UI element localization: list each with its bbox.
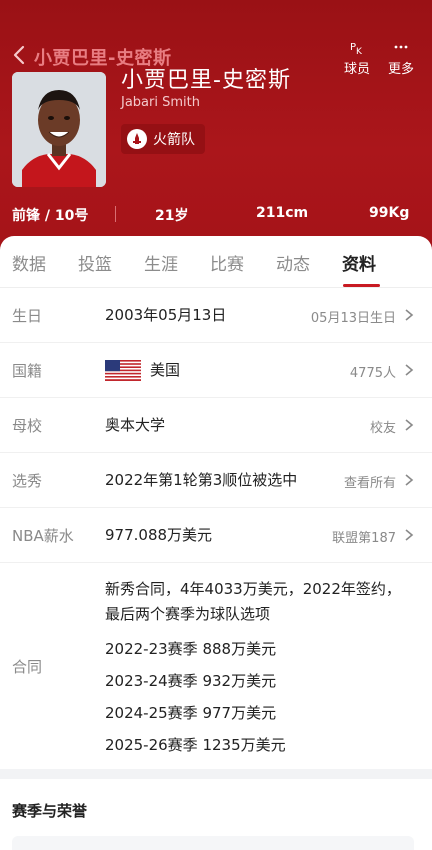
content-sheet: 数据 投篮 生涯 比赛 动态 资料 生日 2003年05月13日 05月13日生… — [0, 236, 432, 850]
tab-news[interactable]: 动态 — [276, 250, 310, 275]
pk-icon: P K — [337, 38, 377, 57]
row-salary-key: NBA薪水 — [12, 527, 74, 545]
chevron-right-icon — [405, 364, 414, 376]
team-logo-icon — [127, 129, 147, 149]
player-name-cn: 小贾巴里-史密斯 — [121, 68, 291, 93]
row-school-value: 奥本大学 — [105, 416, 166, 434]
contract-summary: 新秀合同，4年4033万美元，2022年签约，最后两个赛季为球队选项 — [105, 580, 401, 623]
player-avatar — [12, 72, 106, 187]
contract-details: 新秀合同，4年4033万美元，2022年签约，最后两个赛季为球队选项 2022-… — [105, 577, 415, 755]
honors-card — [12, 836, 414, 850]
row-birthday-right: 05月13日生日 — [310, 311, 396, 326]
player-name-en: Jabari Smith — [121, 95, 200, 110]
row-school[interactable]: 母校 奥本大学 校友 — [0, 398, 432, 453]
stat-divider — [115, 206, 116, 222]
row-contract: 合同 新秀合同，4年4033万美元，2022年签约，最后两个赛季为球队选项 20… — [0, 563, 432, 769]
row-birthday[interactable]: 生日 2003年05月13日 05月13日生日 — [0, 288, 432, 343]
row-birthday-key: 生日 — [12, 307, 43, 325]
contract-season: 2024-25赛季 977万美元 — [105, 704, 277, 722]
row-nationality[interactable]: 国籍 美国 4775人 — [0, 343, 432, 398]
tab-bar: 数据 投篮 生涯 比赛 动态 资料 — [0, 236, 432, 288]
row-nationality-right: 4775人 — [349, 366, 396, 381]
contract-season: 2022-23赛季 888万美元 — [105, 640, 277, 658]
row-school-right: 校友 — [369, 421, 396, 436]
back-arrow-icon — [13, 45, 25, 65]
tab-career[interactable]: 生涯 — [144, 250, 178, 275]
pk-player-button[interactable]: P K 球员 — [337, 38, 377, 77]
row-draft-key: 选秀 — [12, 472, 43, 490]
pk-player-label: 球员 — [343, 62, 370, 77]
contract-season: 2025-26赛季 1235万美元 — [105, 736, 286, 754]
row-contract-key: 合同 — [12, 658, 43, 676]
contract-season: 2023-24赛季 932万美元 — [105, 672, 277, 690]
row-draft-value: 2022年第1轮第3顺位被选中 — [105, 471, 298, 489]
row-salary-value: 977.088万美元 — [105, 526, 213, 544]
stat-height: 211cm — [256, 205, 309, 221]
row-salary-right: 联盟第187 — [332, 531, 396, 546]
honors-section-title: 赛季与荣誉 — [12, 802, 88, 820]
active-tab-indicator — [343, 284, 380, 287]
more-button[interactable]: 更多 — [381, 38, 421, 77]
svg-text:K: K — [356, 47, 363, 56]
stat-age: 21岁 — [155, 208, 189, 224]
stat-position: 前锋 / 10号 — [12, 208, 89, 224]
row-birthday-value: 2003年05月13日 — [105, 306, 227, 324]
team-chip[interactable]: 火箭队 — [121, 124, 205, 154]
tab-games[interactable]: 比赛 — [210, 250, 244, 275]
more-label: 更多 — [387, 62, 414, 77]
row-salary[interactable]: NBA薪水 977.088万美元 联盟第187 — [0, 508, 432, 563]
chevron-right-icon — [405, 474, 414, 486]
section-divider — [0, 769, 432, 779]
tab-profile[interactable]: 资料 — [342, 250, 376, 275]
us-flag-icon — [105, 360, 141, 381]
row-draft-right: 查看所有 — [343, 476, 396, 491]
row-draft[interactable]: 选秀 2022年第1轮第3顺位被选中 查看所有 — [0, 453, 432, 508]
chevron-right-icon — [405, 419, 414, 431]
player-stats-bar: 前锋 / 10号 21岁 211cm 99Kg — [0, 200, 432, 228]
row-school-key: 母校 — [12, 417, 43, 435]
stat-weight: 99Kg — [369, 205, 410, 221]
more-icon — [381, 38, 421, 56]
chevron-right-icon — [405, 529, 414, 541]
row-nationality-key: 国籍 — [12, 362, 43, 380]
chevron-right-icon — [405, 309, 414, 321]
tab-stats[interactable]: 数据 — [12, 250, 46, 275]
row-nationality-value: 美国 — [150, 361, 181, 379]
tab-shooting[interactable]: 投篮 — [78, 250, 112, 275]
back-button[interactable] — [12, 44, 32, 68]
team-name: 火箭队 — [153, 132, 195, 148]
